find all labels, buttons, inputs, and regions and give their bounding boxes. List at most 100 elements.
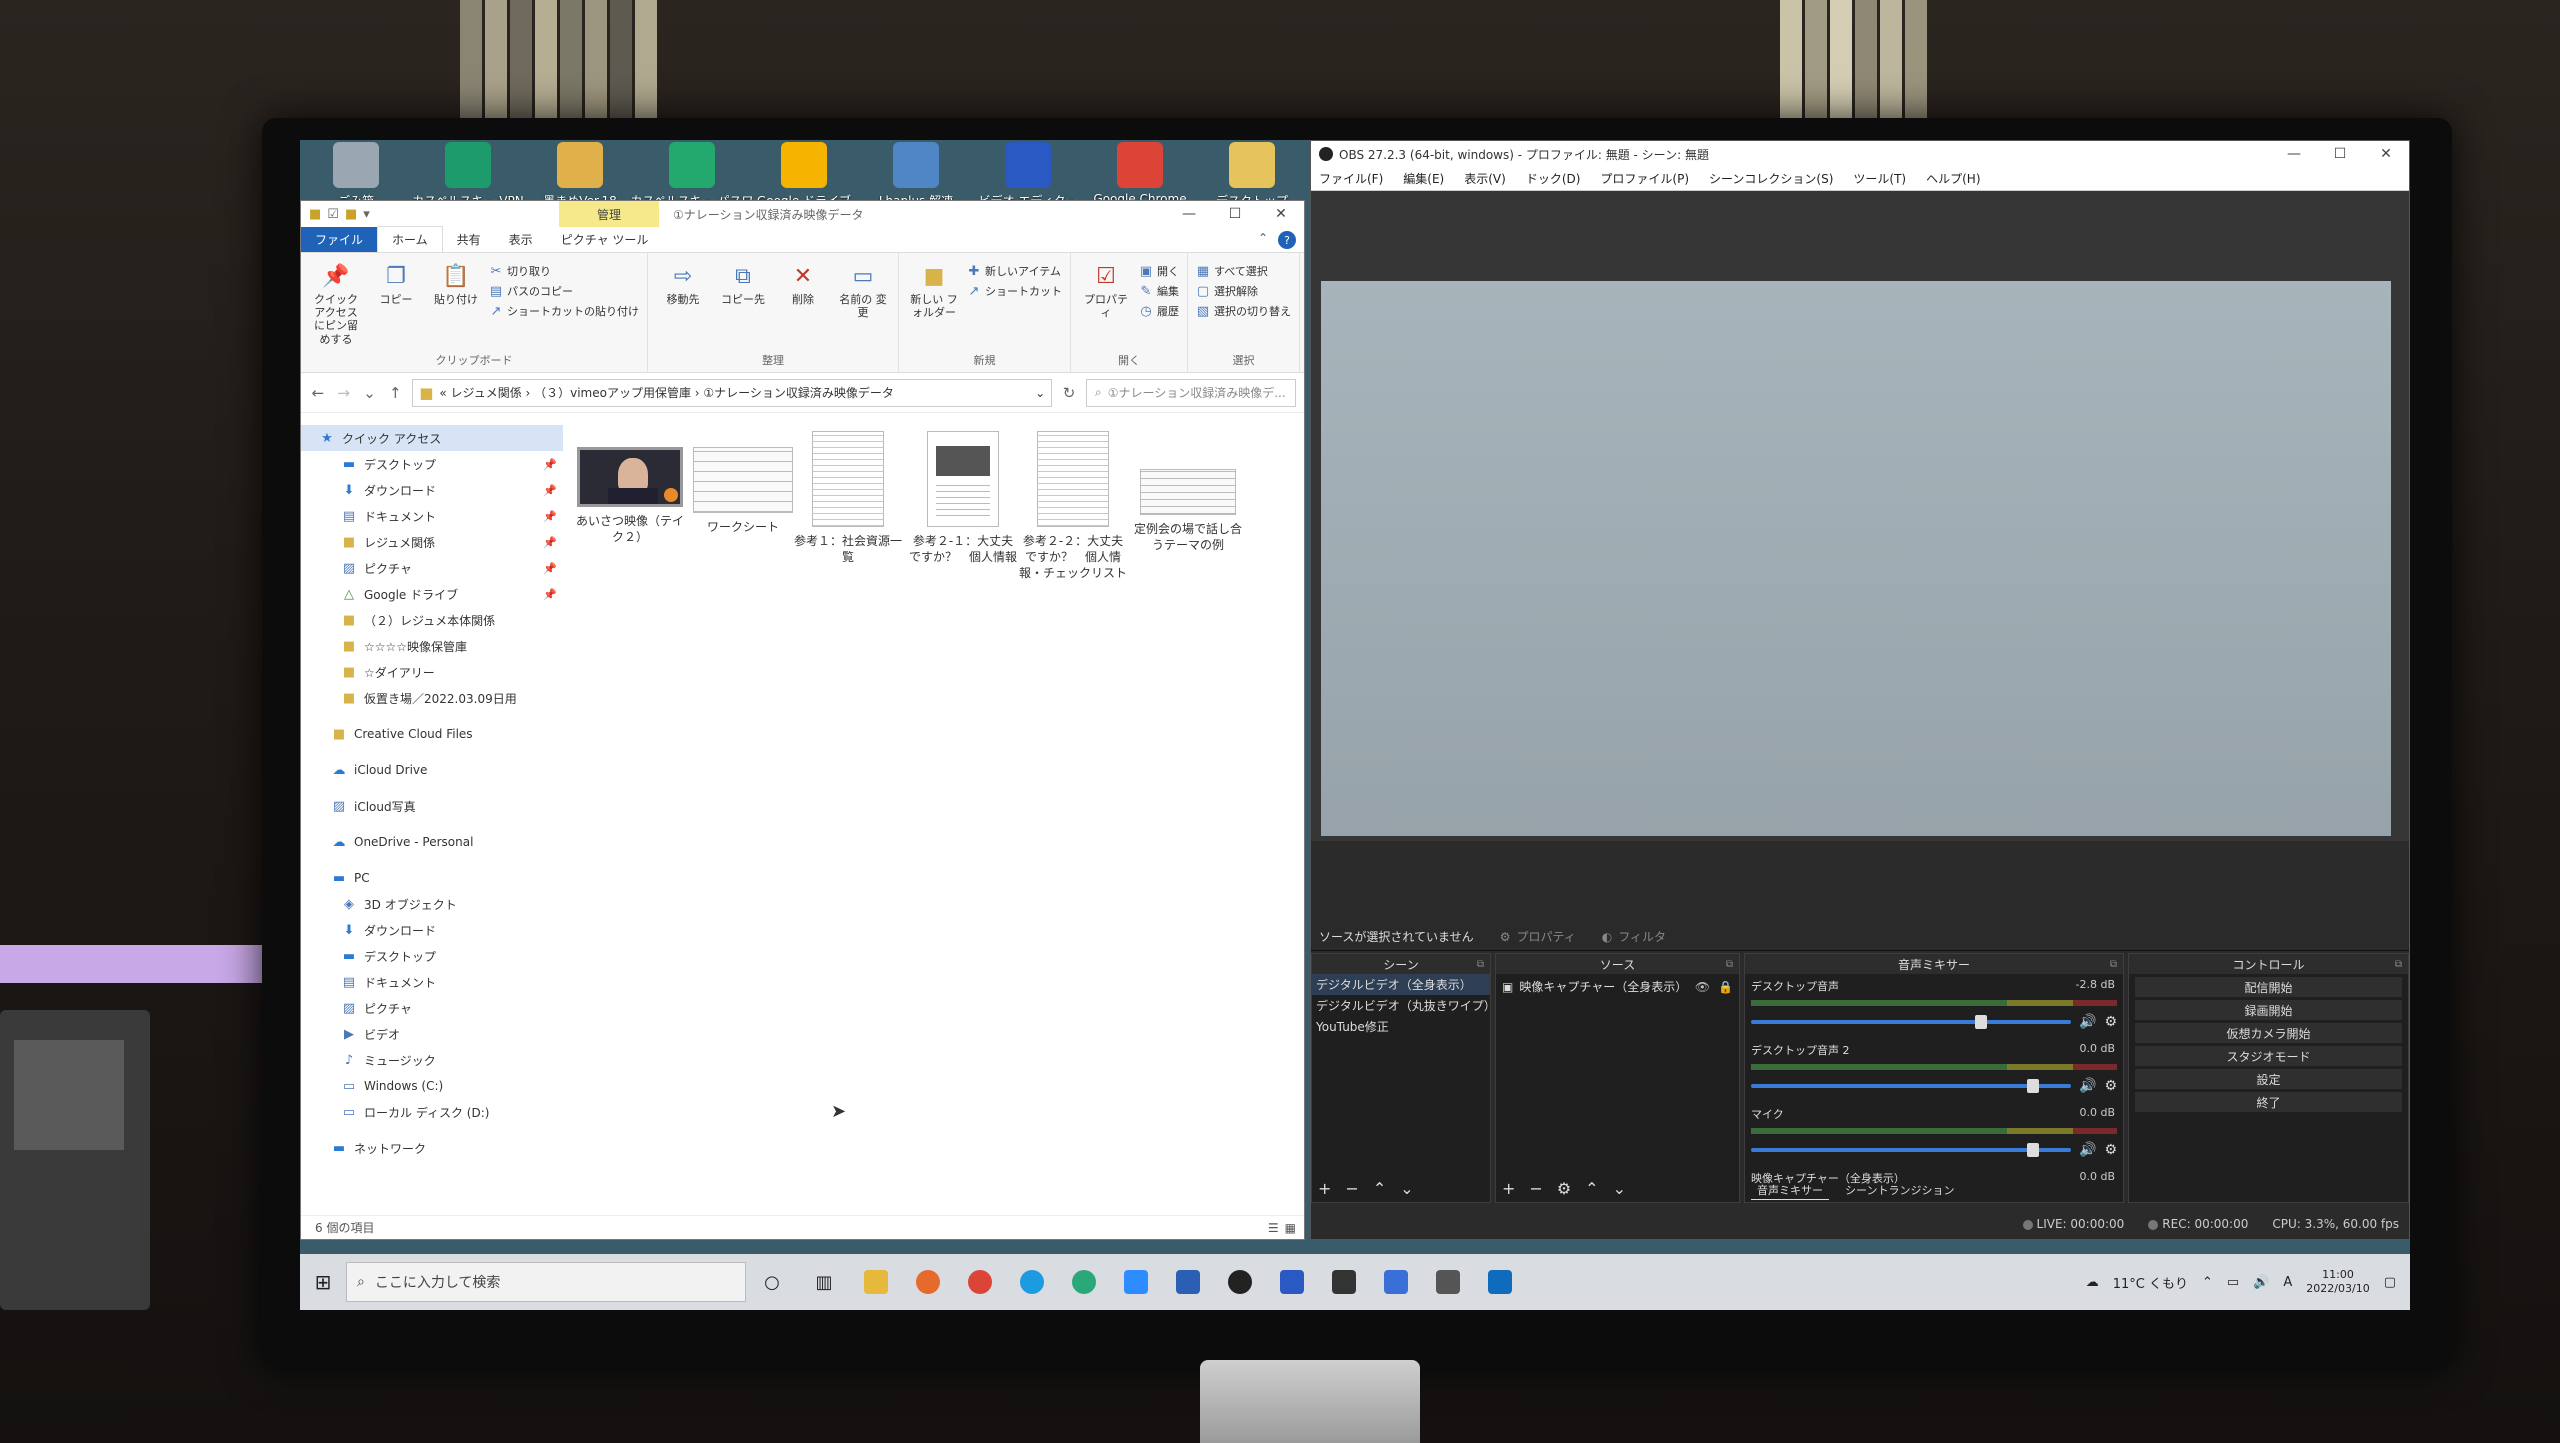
delete-button[interactable]: ✕ 削除 — [776, 261, 830, 350]
file-item[interactable]: あいさつ映像（テイク２） — [575, 447, 685, 545]
open-button[interactable]: ▣ 開く — [1139, 263, 1179, 279]
volume-slider-knob[interactable] — [2026, 1079, 2039, 1093]
obs-menu-item[interactable]: ヘルプ(H) — [1926, 170, 1980, 187]
tab-file[interactable]: ファイル — [301, 227, 378, 252]
up-arrow-icon[interactable]: ↑ — [386, 384, 404, 402]
cut-button[interactable]: ✂ 切り取り — [489, 263, 639, 279]
task-view-button[interactable]: ▥ — [798, 1254, 850, 1310]
taskbar-outlook[interactable] — [1474, 1254, 1526, 1310]
nav-item[interactable]: ▨ ピクチャ — [301, 995, 563, 1021]
control-button[interactable]: 終了 — [2135, 1092, 2402, 1112]
file-item[interactable]: 参考２-１：大丈夫ですか？ 個人情報 — [908, 431, 1018, 565]
ime-icon[interactable]: A — [2283, 1275, 2292, 1290]
nav-item[interactable]: ■ ☆ダイアリー — [301, 659, 563, 685]
obs-menu-item[interactable]: シーンコレクション(S) — [1709, 170, 1833, 187]
quick-access-toolbar[interactable]: ■ ☑ ■ ▾ — [301, 207, 370, 222]
volume-slider[interactable] — [1751, 1143, 2071, 1157]
copy-to-button[interactable]: ⧉ コピー先 — [716, 261, 770, 350]
file-item[interactable]: 定例会の場で話し合うテーマの例 — [1133, 469, 1243, 553]
recent-chevron-icon[interactable]: ⌄ — [361, 384, 379, 402]
remove-source-icon[interactable]: − — [1529, 1179, 1542, 1198]
nav-item[interactable]: ▤ ドキュメント — [301, 969, 563, 995]
volume-slider[interactable] — [1751, 1079, 2071, 1093]
obs-menu-item[interactable]: 編集(E) — [1403, 170, 1444, 187]
nav-item[interactable]: ▶ ビデオ — [301, 1021, 563, 1047]
refresh-icon[interactable]: ↻ — [1060, 384, 1078, 402]
taskbar-video-editor[interactable] — [1266, 1254, 1318, 1310]
manage-context-tab[interactable]: 管理 — [559, 201, 659, 227]
forward-arrow-icon[interactable]: → — [335, 384, 353, 402]
nav-item[interactable]: ☁ OneDrive - Personal — [301, 829, 563, 855]
tray-chevron-icon[interactable]: ⌃ — [2202, 1275, 2213, 1290]
nav-item[interactable]: ■ 仮置き場／2022.03.09日用 — [301, 685, 563, 711]
paste-button[interactable]: 📋 貼り付け — [429, 261, 483, 350]
maximize-button[interactable]: ☐ — [2317, 141, 2363, 167]
dock-popout-icon[interactable]: ⧉ — [1477, 959, 1484, 970]
new-folder-button[interactable]: ■ 新しい フォルダー — [907, 261, 961, 350]
source-item[interactable]: ▣ 映像キャプチャー（全身表示） 👁 🔒 — [1496, 974, 1739, 999]
taskbar-camera[interactable] — [1422, 1254, 1474, 1310]
nav-item[interactable]: ▨ ピクチャ 📌 — [301, 555, 563, 581]
tab-share[interactable]: 共有 — [443, 227, 495, 252]
nav-item[interactable]: ◈ 3D オブジェクト — [301, 891, 563, 917]
nav-item[interactable]: ▬ デスクトップ 📌 — [301, 451, 563, 477]
control-button[interactable]: 録画開始 — [2135, 1000, 2402, 1020]
file-item[interactable]: 参考１：社会資源一覧 — [793, 431, 903, 565]
new-item-button[interactable]: ✚ 新しいアイテム — [967, 263, 1062, 279]
volume-icon[interactable]: 🔊 — [2253, 1275, 2269, 1290]
control-button[interactable]: 仮想カメラ開始 — [2135, 1023, 2402, 1043]
obs-menu-item[interactable]: 表示(V) — [1464, 170, 1506, 187]
tab-picture-tools[interactable]: ピクチャ ツール — [547, 227, 663, 252]
nav-item[interactable]: ⬇ ダウンロード 📌 — [301, 477, 563, 503]
invert-selection-button[interactable]: ▧ 選択の切り替え — [1196, 303, 1291, 319]
tab-audio-mixer[interactable]: 音声ミキサー — [1751, 1181, 1829, 1200]
start-button[interactable]: ⊞ — [300, 1254, 346, 1310]
nav-item[interactable]: ▭ ローカル ディスク (D:) — [301, 1099, 563, 1125]
volume-slider[interactable] — [1751, 1015, 2071, 1029]
nav-item[interactable]: ▨ iCloud写真 — [301, 793, 563, 819]
taskbar-obs[interactable] — [1214, 1254, 1266, 1310]
file-item[interactable]: ワークシート — [688, 447, 798, 535]
obs-menu-item[interactable]: ファイル(F) — [1319, 170, 1383, 187]
scene-item[interactable]: デジタルビデオ（全身表示） — [1312, 974, 1490, 995]
scene-item[interactable]: デジタルビデオ（丸抜きワイプ） — [1312, 995, 1490, 1016]
properties-button[interactable]: ☑ プロパティ — [1079, 261, 1133, 350]
dock-popout-icon[interactable]: ⧉ — [2110, 959, 2117, 970]
nav-item[interactable]: ▬ ネットワーク — [301, 1135, 563, 1161]
select-none-button[interactable]: ▢ 選択解除 — [1196, 283, 1291, 299]
nav-quick-access[interactable]: ★ クイック アクセス — [301, 425, 563, 451]
move-up-icon[interactable]: ⌃ — [1585, 1179, 1598, 1198]
taskbar-explorer[interactable] — [850, 1254, 902, 1310]
taskbar-search[interactable]: ⌕ ここに入力して検索 — [346, 1262, 746, 1302]
remove-scene-icon[interactable]: − — [1345, 1179, 1358, 1198]
copy-button[interactable]: ❐ コピー — [369, 261, 423, 350]
nav-item[interactable]: ■ Creative Cloud Files — [301, 721, 563, 747]
nav-item[interactable]: ▤ ドキュメント 📌 — [301, 503, 563, 529]
clock[interactable]: 11:00 2022/03/10 — [2306, 1268, 2369, 1297]
close-button[interactable]: ✕ — [2363, 141, 2409, 167]
control-button[interactable]: スタジオモード — [2135, 1046, 2402, 1066]
large-icons-view-icon[interactable]: ▦ — [1285, 1221, 1296, 1235]
address-dropdown-icon[interactable]: ⌄ — [1035, 386, 1045, 400]
dock-popout-icon[interactable]: ⧉ — [1726, 959, 1733, 970]
history-button[interactable]: ◷ 履歴 — [1139, 303, 1179, 319]
obs-menu-item[interactable]: プロファイル(P) — [1600, 170, 1689, 187]
taskbar-zoom[interactable] — [1110, 1254, 1162, 1310]
copy-path-button[interactable]: ▤ パスのコピー — [489, 283, 639, 299]
obs-menu-item[interactable]: ツール(T) — [1853, 170, 1906, 187]
nav-item[interactable]: ☁ iCloud Drive — [301, 757, 563, 783]
help-icon[interactable]: ? — [1278, 231, 1296, 249]
nav-item[interactable]: ⬇ ダウンロード — [301, 917, 563, 943]
properties-button[interactable]: ⚙ プロパティ — [1500, 928, 1576, 945]
minimize-button[interactable]: — — [2271, 141, 2317, 167]
move-down-icon[interactable]: ⌄ — [1613, 1179, 1626, 1198]
nav-item[interactable]: ■ （２）レジュメ本体関係 — [301, 607, 563, 633]
nav-item[interactable]: ▭ Windows (C:) — [301, 1073, 563, 1099]
taskbar-edge[interactable] — [1058, 1254, 1110, 1310]
back-arrow-icon[interactable]: ← — [309, 384, 327, 402]
taskbar-word[interactable] — [1162, 1254, 1214, 1310]
file-item[interactable]: 参考２-２：大丈夫ですか？ 個人情報・チェックリスト — [1018, 431, 1128, 582]
scene-item[interactable]: YouTube修正 — [1312, 1016, 1490, 1037]
obs-preview-canvas[interactable] — [1321, 281, 2391, 836]
add-scene-icon[interactable]: + — [1318, 1179, 1331, 1198]
